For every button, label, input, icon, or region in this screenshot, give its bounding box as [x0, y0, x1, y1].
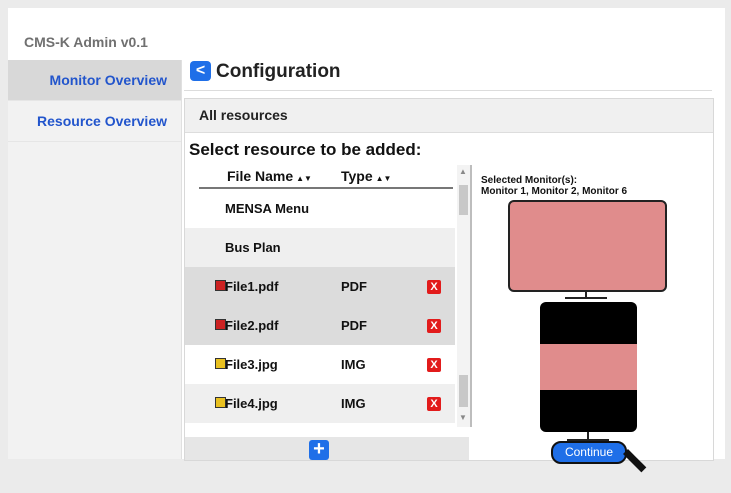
- sidebar: Monitor Overview Resource Overview: [8, 60, 182, 459]
- table-row[interactable]: File4.jpg IMG X: [185, 384, 455, 423]
- table-header: File Name ▲▼ Type ▲▼: [199, 165, 453, 189]
- app-window: CMS-K Admin v0.1 Monitor Overview Resour…: [8, 8, 725, 473]
- table-row[interactable]: MENSA Menu: [185, 189, 455, 228]
- table-scrollbar[interactable]: ▲ ▼: [457, 165, 470, 427]
- file-name-cell: File1.pdf: [225, 279, 279, 294]
- scrollbar-thumb[interactable]: [459, 375, 468, 407]
- add-resource-button[interactable]: +: [309, 439, 329, 460]
- delete-icon[interactable]: X: [427, 319, 441, 333]
- scroll-up-icon[interactable]: ▲: [459, 167, 467, 176]
- table-row[interactable]: File3.jpg IMG X: [185, 345, 455, 384]
- file-name-cell: File3.jpg: [225, 357, 278, 372]
- file-name-cell: Bus Plan: [225, 240, 281, 255]
- panel-heading: All resources: [185, 99, 713, 133]
- table-row[interactable]: Bus Plan: [185, 228, 455, 267]
- scroll-down-icon[interactable]: ▼: [459, 413, 467, 422]
- selected-monitors-list: Monitor 1, Monitor 2, Monitor 6: [481, 186, 628, 197]
- table-row[interactable]: File2.pdf PDF X: [185, 306, 455, 345]
- delete-icon[interactable]: X: [427, 280, 441, 294]
- file-name-cell: MENSA Menu: [225, 201, 310, 216]
- page-title: Configuration: [216, 61, 341, 82]
- column-header-type[interactable]: Type ▲▼: [341, 168, 391, 184]
- file-type-cell: IMG: [341, 357, 366, 372]
- file-name-cell: File4.jpg: [225, 396, 278, 411]
- magnifier-handle-icon: [623, 449, 647, 473]
- select-resource-label: Select resource to be added:: [189, 140, 422, 159]
- selected-monitors-title: Selected Monitor(s):: [481, 175, 578, 186]
- continue-button[interactable]: Continue: [551, 441, 627, 464]
- delete-icon[interactable]: X: [427, 358, 441, 372]
- stand-panel: [540, 344, 637, 390]
- resources-panel: All resources Select resource to be adde…: [184, 98, 714, 473]
- scrollbar-thumb[interactable]: [459, 185, 468, 215]
- file-type-cell: PDF: [341, 279, 367, 294]
- resource-table: File Name ▲▼ Type ▲▼ MENSA Menu Bus Plan F…: [185, 165, 472, 427]
- file-type-cell: IMG: [341, 396, 366, 411]
- delete-icon[interactable]: X: [427, 397, 441, 411]
- column-header-file-name[interactable]: File Name ▲▼: [227, 168, 312, 184]
- monitor-preview-stand: [540, 302, 637, 432]
- back-button[interactable]: <: [190, 61, 211, 81]
- app-title: CMS-K Admin v0.1: [24, 34, 148, 50]
- file-type-cell: PDF: [341, 318, 367, 333]
- sort-icon[interactable]: ▲▼: [296, 174, 312, 183]
- monitor-foot: [565, 297, 607, 299]
- sort-icon[interactable]: ▲▼: [376, 174, 392, 183]
- file-name-cell: File2.pdf: [225, 318, 279, 333]
- sidebar-item-resource-overview[interactable]: Resource Overview: [8, 101, 181, 142]
- table-row[interactable]: File1.pdf PDF X: [185, 267, 455, 306]
- selected-monitors-label: Selected Monitor(s): Monitor 1, Monitor …: [481, 175, 627, 197]
- add-resource-bar: +: [185, 437, 469, 460]
- monitor-preview-screen: [508, 200, 667, 292]
- title-divider: [184, 90, 712, 91]
- sidebar-item-monitor-overview[interactable]: Monitor Overview: [8, 60, 181, 101]
